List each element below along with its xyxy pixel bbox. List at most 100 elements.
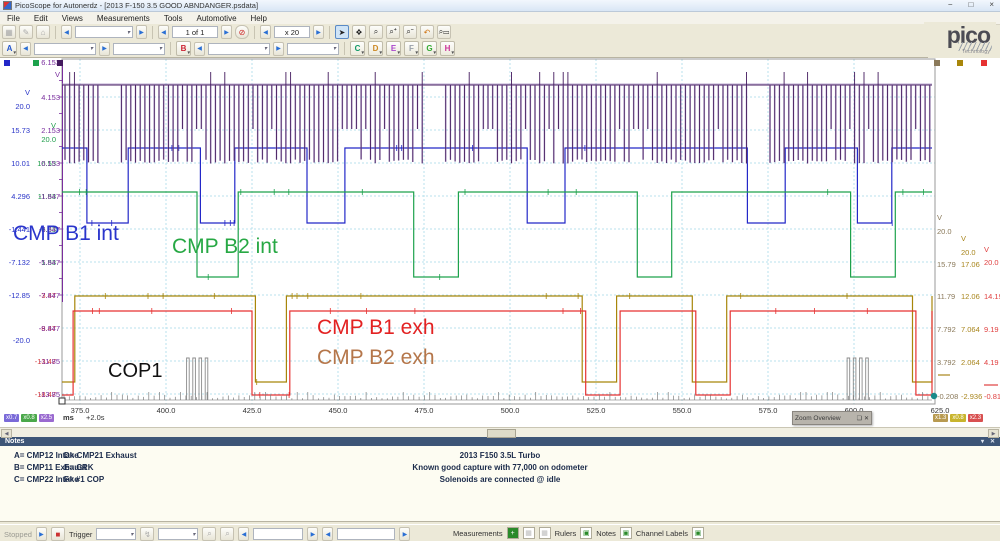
zoom-overview-restore-icon[interactable]: ❏: [857, 415, 862, 422]
connect-device-icon[interactable]: ▦: [2, 25, 16, 39]
maximize-button[interactable]: □: [968, 0, 973, 9]
scroll-right-icon[interactable]: ▶: [988, 429, 999, 438]
threshold-up-button[interactable]: ▶: [307, 527, 318, 541]
zoom-in-tool-button[interactable]: ⌕⁺: [386, 25, 400, 39]
delete-page-icon[interactable]: ⊘: [235, 25, 249, 39]
time-unit-label: ms: [63, 413, 74, 422]
channel-a-range-select[interactable]: ▾: [34, 43, 96, 55]
threshold-down-button[interactable]: ◀: [238, 527, 249, 541]
scrollbar-thumb[interactable]: [487, 429, 516, 438]
channel-toolbar: A▾◀▾▶▾B▾◀▾▶▾C▾D▾E▾F▾G▾H▾: [0, 40, 928, 58]
undo-zoom-button[interactable]: ↶: [420, 25, 434, 39]
channel-a-range-down[interactable]: ◀: [20, 42, 31, 56]
home-icon[interactable]: ⌂: [36, 25, 50, 39]
hand-tool-button[interactable]: ❖: [352, 25, 366, 39]
right-scale-badge: x0.8: [950, 414, 965, 422]
menu-item-measurements[interactable]: Measurements: [90, 14, 157, 23]
window-title: PicoScope for Autonerdz - [2013 F-150 3.…: [15, 1, 258, 10]
channel-a-button[interactable]: A▾: [2, 41, 17, 56]
channel-e-button[interactable]: E▾: [386, 41, 401, 56]
status-bar: Stopped ▶ ■ Trigger ▾ ↯ ▾ ⌕ ⌕ ◀ ▶ ◀ ▶ Me…: [0, 524, 1000, 541]
zoom-out-tool-button[interactable]: ⌕⁻: [403, 25, 417, 39]
zoom-in-step-button[interactable]: ▶: [313, 25, 324, 39]
capture-select[interactable]: ▾: [75, 26, 133, 38]
rulers-label: Rulers: [555, 529, 577, 538]
zoom-overview-title: Zoom Overview: [795, 415, 841, 422]
pretrigger-down-button[interactable]: ◀: [322, 527, 333, 541]
channel-c-button[interactable]: C▾: [350, 41, 365, 56]
notes-panel: Notes ▾ ✕ A= CMP12 Intake B= CMP11 Exhau…: [0, 437, 1000, 522]
picoscope-window: PicoScope for Autonerdz - [2013 F-150 3.…: [0, 0, 1000, 541]
right-scale-badge: x2.3: [968, 414, 983, 422]
notes-dropdown-icon[interactable]: ▾: [981, 438, 984, 445]
trigger-zoom-in-icon[interactable]: ⌕: [202, 527, 216, 541]
channel-a-coupling-select[interactable]: ▾: [113, 43, 165, 55]
trigger-label: Trigger: [69, 530, 92, 539]
pretrigger-field[interactable]: [337, 528, 395, 540]
delete-measurement-icon[interactable]: ▦: [539, 527, 551, 539]
channel-h-button[interactable]: H▾: [440, 41, 455, 56]
notes-icon[interactable]: ▣: [620, 527, 632, 539]
menu-item-automotive[interactable]: Automotive: [190, 14, 244, 23]
threshold-field[interactable]: [253, 528, 303, 540]
trigger-zoom-out-icon[interactable]: ⌕: [220, 527, 234, 541]
menu-item-tools[interactable]: Tools: [157, 14, 190, 23]
channel-g-button[interactable]: G▾: [422, 41, 437, 56]
pretrigger-up-button[interactable]: ▶: [399, 527, 410, 541]
stop-capture-button[interactable]: ■: [51, 527, 65, 541]
add-measurement-icon[interactable]: +: [507, 527, 519, 539]
zoom-overview-window[interactable]: Zoom Overview ❏ ✕: [792, 411, 872, 425]
channel-f-button[interactable]: F▾: [404, 41, 419, 56]
menu-item-help[interactable]: Help: [244, 14, 274, 23]
menu-item-file[interactable]: File: [0, 14, 27, 23]
start-capture-button[interactable]: ▶: [36, 527, 47, 541]
next-page-button[interactable]: ▶: [221, 25, 232, 39]
channel-labels-icon[interactable]: ▣: [692, 527, 704, 539]
right-scale-badges: x1.3x0.8x2.3: [933, 412, 985, 422]
prev-page-button[interactable]: ◀: [158, 25, 169, 39]
left-scale-badge: x0.8: [21, 414, 36, 422]
channel-d-button[interactable]: D▾: [368, 41, 383, 56]
vehicle-notes: 2013 F150 3.5L TurboKnown good capture w…: [0, 450, 1000, 486]
left-scale-badge: x2.5: [39, 414, 54, 422]
zoom-factor-field[interactable]: x 20: [274, 26, 310, 38]
scroll-left-icon[interactable]: ◀: [1, 429, 12, 438]
notes-title: Notes: [5, 438, 24, 445]
close-button[interactable]: ×: [989, 0, 994, 9]
notes-close-icon[interactable]: ✕: [990, 438, 995, 445]
channel-b-button[interactable]: B▾: [176, 41, 191, 56]
zoom-overview-close-icon[interactable]: ✕: [864, 415, 869, 422]
trigger-mode-select[interactable]: ▾: [96, 528, 136, 540]
channel-a-range-up[interactable]: ▶: [99, 42, 110, 56]
channel-b-coupling-select[interactable]: ▾: [287, 43, 339, 55]
horizontal-scrollbar[interactable]: ◀ ▶: [0, 427, 1000, 437]
menu-item-edit[interactable]: Edit: [27, 14, 55, 23]
trigger-settings-icon[interactable]: ↯: [140, 527, 154, 541]
next-capture-button[interactable]: ▶: [136, 25, 147, 39]
zoom-tool-button[interactable]: ⌕: [369, 25, 383, 39]
menu-item-views[interactable]: Views: [55, 14, 90, 23]
marquee-zoom-button[interactable]: ⌕▭: [437, 25, 451, 39]
title-bar: PicoScope for Autonerdz - [2013 F-150 3.…: [0, 0, 1000, 12]
trigger-channel-select[interactable]: ▾: [158, 528, 198, 540]
notes-panel-header: Notes ▾ ✕: [0, 437, 1000, 446]
edit-measurement-icon[interactable]: ▦: [523, 527, 535, 539]
zoom-out-step-button[interactable]: ◀: [260, 25, 271, 39]
notes-label: Notes: [596, 529, 616, 538]
left-scale-badges: x0.7x0.8x2.5: [4, 412, 56, 422]
channel-b-range-down[interactable]: ◀: [194, 42, 205, 56]
app-icon: [3, 1, 12, 10]
channel-b-range-up[interactable]: ▶: [273, 42, 284, 56]
minimize-button[interactable]: −: [948, 0, 953, 9]
channel-b-range-select[interactable]: ▾: [208, 43, 270, 55]
rulers-icon[interactable]: ▣: [580, 527, 592, 539]
measurements-label: Measurements: [453, 529, 503, 538]
scope-view[interactable]: [0, 58, 1000, 437]
prev-capture-button[interactable]: ◀: [61, 25, 72, 39]
pico-logo-subtext: Technology: [962, 49, 990, 55]
capture-state-label: Stopped: [4, 530, 32, 539]
edit-icon[interactable]: ✎: [19, 25, 33, 39]
right-scale-badge: x1.3: [933, 414, 948, 422]
pointer-tool-button[interactable]: ➤: [335, 25, 349, 39]
pico-technology-logo: pico Technology: [924, 22, 996, 56]
